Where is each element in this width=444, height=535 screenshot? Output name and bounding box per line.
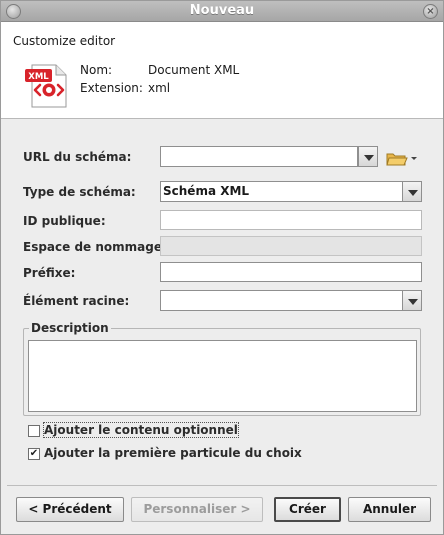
header-subtitle: Customize editor	[13, 34, 116, 48]
title-bar[interactable]: Nouveau ×	[1, 1, 443, 22]
first-choice-checkbox[interactable]: ✔	[28, 448, 40, 460]
schema-type-label: Type de schéma:	[23, 185, 136, 199]
xml-file-icon: XML	[25, 64, 67, 108]
schema-type-value: Schéma XML	[163, 184, 250, 198]
previous-button[interactable]: < Précédent	[16, 497, 124, 522]
root-element-select[interactable]	[160, 290, 403, 311]
extension-value: xml	[148, 81, 171, 95]
root-element-label: Élément racine:	[23, 294, 130, 308]
name-label: Nom:	[80, 63, 113, 77]
schema-type-dropdown-button[interactable]	[402, 181, 422, 202]
browse-folder-button[interactable]	[381, 146, 421, 170]
extension-label: Extension:	[80, 81, 143, 95]
namespace-input	[160, 236, 422, 256]
description-label: Description	[29, 321, 111, 335]
description-textarea[interactable]	[28, 340, 417, 412]
close-icon[interactable]: ×	[423, 4, 438, 19]
new-document-dialog: Nouveau × Customize editor XML Nom: Docu…	[0, 0, 444, 535]
name-value: Document XML	[148, 63, 240, 77]
schema-url-dropdown-button[interactable]	[358, 146, 378, 167]
window-title: Nouveau	[189, 3, 255, 18]
optional-content-checkbox[interactable]	[28, 425, 40, 437]
schema-url-label: URL du schéma:	[23, 150, 132, 164]
prefix-label: Préfixe:	[23, 266, 76, 280]
xml-badge-text: XML	[28, 72, 49, 82]
create-button[interactable]: Créer	[274, 497, 341, 522]
first-choice-label[interactable]: Ajouter la première particule du choix	[44, 446, 302, 460]
schema-type-select[interactable]: Schéma XML	[160, 181, 403, 202]
schema-url-input[interactable]	[160, 146, 358, 167]
optional-content-label[interactable]: Ajouter le contenu optionnel	[43, 422, 239, 438]
button-separator	[7, 485, 437, 486]
cancel-button[interactable]: Annuler	[348, 497, 431, 522]
public-id-input[interactable]	[160, 210, 422, 230]
customize-button[interactable]: Personnaliser >	[131, 497, 263, 522]
root-element-dropdown-button[interactable]	[402, 290, 422, 311]
namespace-label: Espace de nommage:	[23, 240, 167, 254]
dialog-header: Customize editor XML Nom: Document XML E…	[1, 22, 443, 119]
public-id-label: ID publique:	[23, 214, 106, 228]
prefix-input[interactable]	[160, 262, 422, 282]
